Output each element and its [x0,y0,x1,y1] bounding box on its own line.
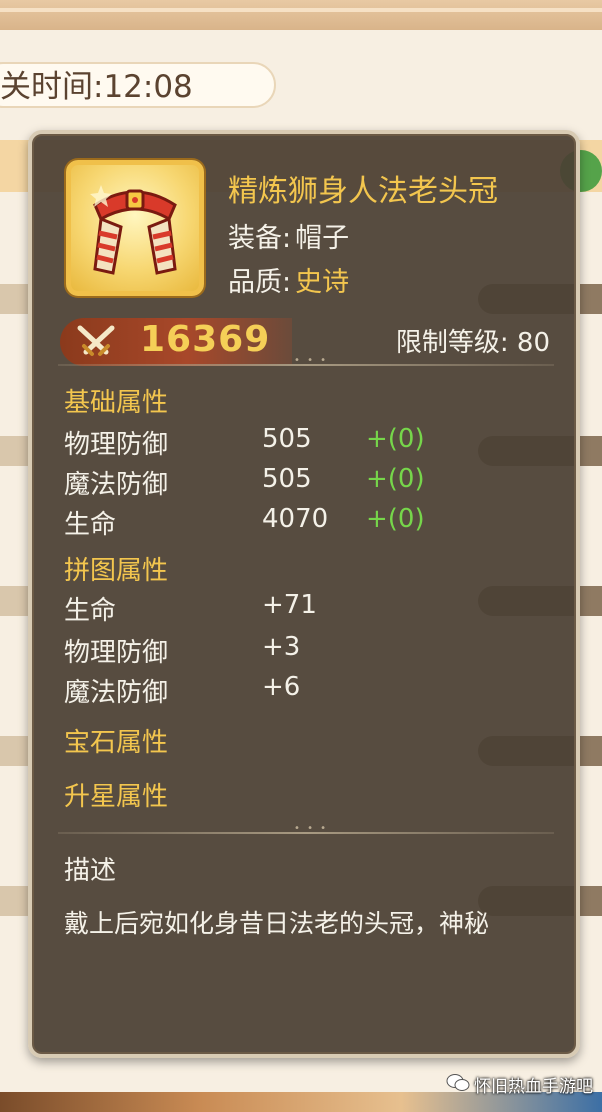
item-tooltip-card[interactable]: 精炼狮身人法老头冠 装备:帽子 品质:史诗 16369 限制等级: 80 基础属… [28,130,580,1058]
item-icon-frame [66,160,204,296]
star-attributes-title: 升星属性 [64,782,169,812]
background-row-index [0,886,30,916]
pharaoh-crown-icon [90,185,177,275]
attr-value: +71 [262,590,317,620]
level-requirement: 限制等级: 80 [395,328,550,358]
attr-value: 505 [262,424,312,454]
background-row-index [0,284,30,314]
gem-attributes-title: 宝石属性 [64,728,169,758]
attr-value: +6 [262,672,301,702]
attr-bonus: +(0) [366,464,425,494]
equip-slot-label: 装备: [228,223,292,254]
attr-name: 魔法防御 [64,470,169,500]
attr-value: 505 [262,464,312,494]
quality-label: 品质: [228,267,292,298]
description-text: 戴上后宛如化身昔日法老的头冠，神秘 [64,909,490,938]
equip-slot-row: 装备: 帽子 [228,216,349,255]
combat-power-value: 16369 [140,319,271,360]
attr-name: 物理防御 [64,638,169,668]
quality-row: 品质: 史诗 [228,260,349,299]
description-title: 描述 [64,856,117,886]
watermark: 怀旧热血手游吧 [474,1077,593,1097]
background-row-index [0,436,30,466]
background-row-index [0,736,30,766]
wechat-icon [446,1074,470,1091]
attr-name: 物理防御 [64,430,169,460]
attr-value: +3 [262,632,301,662]
divider [58,355,554,366]
item-name: 精炼狮身人法老头冠 [228,174,498,209]
attr-name: 生命 [64,510,117,540]
attr-bonus: +(0) [366,504,425,534]
attr-name: 生命 [64,596,117,626]
basic-attributes-title: 基础属性 [64,388,169,418]
top-banner [0,0,602,33]
background-row-index [0,586,30,616]
attr-name: 魔法防御 [64,678,169,708]
crossed-swords-icon [77,325,115,356]
quality-value: 史诗 [295,267,350,298]
equip-slot-value: 帽子 [295,223,350,254]
combat-power-bar: 16369 [60,318,292,366]
attr-value: 4070 [262,504,329,534]
attr-bonus: +(0) [366,424,425,454]
divider [58,823,554,834]
puzzle-attributes-title: 拼图属性 [64,556,169,586]
close-time-label: 关时间:12:08 [0,62,276,108]
